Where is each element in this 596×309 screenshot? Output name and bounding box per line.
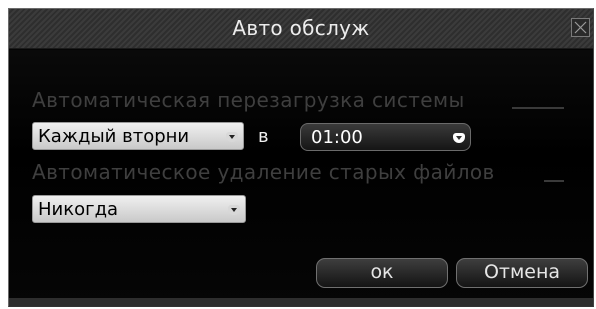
cleanup-section-divider	[544, 180, 564, 182]
cancel-button[interactable]: Отмена	[456, 258, 588, 288]
ok-button[interactable]: ок	[316, 258, 448, 288]
auto-maintenance-dialog: Авто обслуж Автоматическая перезагрузка …	[8, 8, 594, 307]
dialog-body: Автоматическая перезагрузка системы Кажд…	[9, 50, 593, 306]
cleanup-value: Никогда	[38, 199, 119, 220]
cleanup-select[interactable]: Никогда	[32, 195, 246, 223]
reboot-section-divider	[512, 107, 564, 109]
dialog-titlebar[interactable]: Авто обслуж	[9, 9, 593, 49]
reboot-day-select[interactable]: Каждый вторни	[32, 122, 244, 150]
at-label: в	[258, 126, 269, 147]
chevron-down-icon	[453, 133, 465, 143]
dialog-bottom-edge	[9, 298, 593, 306]
reboot-time-value: 01:00	[311, 127, 363, 148]
reboot-section-label: Автоматическая перезагрузка системы	[32, 88, 465, 112]
cleanup-section-label: Автоматическое удаление старых файлов	[32, 160, 495, 184]
reboot-day-value: Каждый вторни	[38, 126, 190, 147]
close-icon[interactable]	[571, 18, 590, 37]
chevron-down-icon	[226, 132, 238, 142]
reboot-time-select[interactable]: 01:00	[300, 123, 471, 151]
dialog-title: Авто обслуж	[232, 16, 370, 40]
chevron-down-icon	[228, 205, 240, 215]
